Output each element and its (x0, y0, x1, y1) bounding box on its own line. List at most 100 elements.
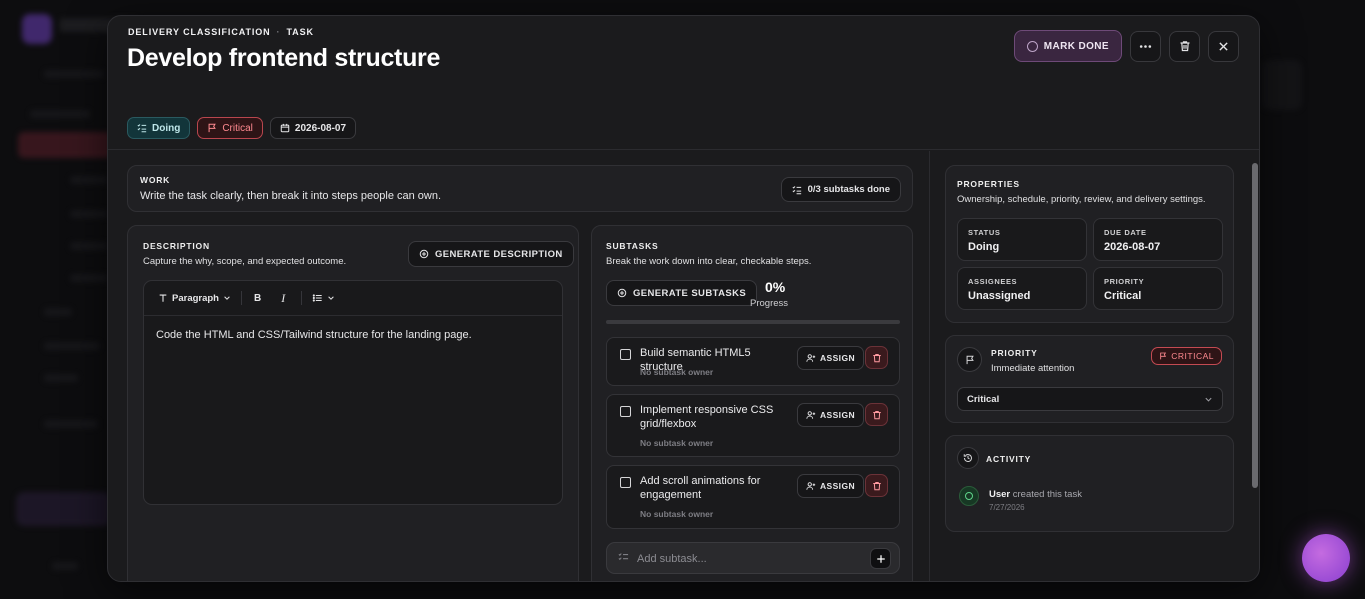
trash-icon (872, 481, 881, 490)
priority-property[interactable]: PRIORITY Critical (1093, 267, 1223, 310)
critical-badge-label: CRITICAL (1171, 351, 1214, 361)
more-options-button[interactable] (1130, 30, 1161, 62)
assistant-fab-button[interactable] (1302, 534, 1350, 582)
close-modal-button[interactable] (1208, 30, 1239, 62)
generate-subtasks-label: GENERATE SUBTASKS (633, 287, 747, 299)
breadcrumb: DELIVERY CLASSIFICATION · TASK (128, 27, 314, 37)
description-label: DESCRIPTION (143, 241, 210, 251)
due-date-label: 2026-08-07 (294, 122, 347, 134)
subtask-row: Add scroll animations for engagement No … (606, 465, 900, 529)
assign-subtask-button[interactable]: ASSIGN (797, 474, 864, 498)
subtasks-done-badge: 0/3 subtasks done (780, 177, 901, 202)
bold-icon: B (254, 292, 262, 304)
delete-subtask-button[interactable] (865, 403, 888, 426)
work-section: WORK Write the task clearly, then break … (127, 165, 913, 212)
status-property[interactable]: STATUS Doing (957, 218, 1087, 261)
activity-user: User (989, 489, 1011, 500)
description-editor[interactable]: Paragraph B I Code the HTML and CSS/Tail… (143, 280, 563, 505)
flag-icon (1160, 352, 1167, 360)
list-dropdown[interactable] (312, 293, 335, 303)
priority-section-label: PRIORITY (991, 348, 1038, 358)
italic-button[interactable]: I (281, 291, 285, 306)
toolbar-divider (301, 291, 303, 305)
properties-column: PROPERTIES Ownership, schedule, priority… (929, 151, 1259, 581)
delete-task-button[interactable] (1169, 30, 1200, 62)
delete-subtask-button[interactable] (865, 474, 888, 497)
status-badge[interactable]: Doing (127, 117, 191, 139)
task-title[interactable]: Develop frontend structure (127, 44, 440, 73)
priority-select[interactable]: Critical (957, 387, 1223, 411)
trash-icon (872, 353, 881, 362)
generate-description-button[interactable]: GENERATE DESCRIPTION (408, 241, 574, 267)
ellipsis-icon (1139, 44, 1152, 48)
paragraph-style-dropdown[interactable]: Paragraph (158, 293, 231, 304)
task-tags: Doing Critical 2026-08-07 (127, 117, 357, 139)
header-actions: MARK DONE (1013, 30, 1239, 62)
description-content[interactable]: Code the HTML and CSS/Tailwind structure… (156, 329, 472, 341)
subtasks-done-count: 0/3 subtasks done (807, 184, 890, 195)
work-subtitle: Write the task clearly, then break it in… (140, 190, 442, 202)
toolbar-divider (241, 291, 242, 305)
priority-badge-label: Critical (222, 122, 253, 134)
due-date-property[interactable]: DUE DATE 2026-08-07 (1093, 218, 1223, 261)
sparkle-icon (419, 249, 429, 259)
priority-badge[interactable]: Critical (197, 117, 263, 139)
properties-label: PROPERTIES (957, 179, 1020, 189)
mark-done-button[interactable]: MARK DONE (1013, 30, 1122, 62)
subtasks-section: SUBTASKS Break the work down into clear,… (591, 225, 913, 581)
bold-button[interactable]: B (254, 293, 261, 304)
plus-icon (876, 554, 885, 563)
assignees-property[interactable]: ASSIGNEES Unassigned (957, 267, 1087, 310)
flag-icon (208, 123, 217, 133)
subtask-title[interactable]: Add scroll animations for engagement (640, 474, 790, 502)
priority-section-subtitle: Immediate attention (991, 363, 1075, 374)
priority-property-label: PRIORITY (1104, 277, 1145, 286)
delete-subtask-button[interactable] (865, 346, 888, 369)
subtask-checkbox[interactable] (620, 406, 631, 417)
calendar-icon (280, 123, 290, 133)
task-modal: DELIVERY CLASSIFICATION · TASK Develop f… (107, 15, 1260, 582)
breadcrumb-current: TASK (286, 27, 314, 37)
add-subtask-input[interactable] (637, 551, 857, 567)
list-check-icon (792, 185, 801, 194)
subtask-row: Implement responsive CSS grid/flexbox No… (606, 394, 900, 457)
trash-icon (872, 410, 881, 419)
activity-entry: User created this task (989, 489, 1082, 500)
add-subtask-button[interactable] (870, 548, 891, 569)
subtask-title[interactable]: Implement responsive CSS grid/flexbox (640, 403, 790, 431)
priority-select-value: Critical (967, 393, 1000, 405)
editor-toolbar: Paragraph B I (144, 281, 562, 316)
progress-bar (606, 320, 900, 324)
generate-subtasks-button[interactable]: GENERATE SUBTASKS (606, 280, 758, 306)
status-badge-label: Doing (152, 122, 181, 134)
description-subtitle: Capture the why, scope, and expected out… (143, 256, 347, 267)
assign-subtask-button[interactable]: ASSIGN (797, 403, 864, 427)
subtask-checkbox[interactable] (620, 349, 631, 360)
user-plus-icon (806, 354, 816, 362)
activity-date: 7/27/2026 (989, 503, 1025, 512)
assign-subtask-button[interactable]: ASSIGN (797, 346, 864, 370)
status-property-value: Doing (968, 241, 1000, 253)
properties-subtitle: Ownership, schedule, priority, review, a… (957, 194, 1206, 205)
subtask-checkbox[interactable] (620, 477, 631, 488)
chevron-down-icon (224, 296, 230, 300)
scrollbar[interactable] (1252, 153, 1258, 581)
breadcrumb-project[interactable]: DELIVERY CLASSIFICATION (128, 27, 271, 37)
subtask-owner: No subtask owner (640, 509, 714, 519)
text-type-icon (159, 294, 167, 302)
bulleted-list-icon (312, 294, 322, 302)
due-date-badge[interactable]: 2026-08-07 (269, 117, 357, 139)
close-icon (1219, 41, 1228, 51)
critical-badge: CRITICAL (1151, 347, 1222, 365)
description-section: DESCRIPTION Capture the why, scope, and … (127, 225, 579, 581)
assignees-property-label: ASSIGNEES (968, 277, 1018, 286)
active-nav-item (18, 132, 113, 158)
assign-label: ASSIGN (820, 410, 855, 420)
task-main-column: WORK Write the task clearly, then break … (108, 151, 929, 581)
scrollbar-thumb[interactable] (1252, 163, 1258, 488)
chevron-down-icon (328, 296, 335, 300)
assignees-property-value: Unassigned (968, 290, 1031, 302)
status-property-label: STATUS (968, 228, 1001, 237)
circle-icon (1026, 40, 1038, 52)
paragraph-style-label: Paragraph (172, 292, 219, 304)
